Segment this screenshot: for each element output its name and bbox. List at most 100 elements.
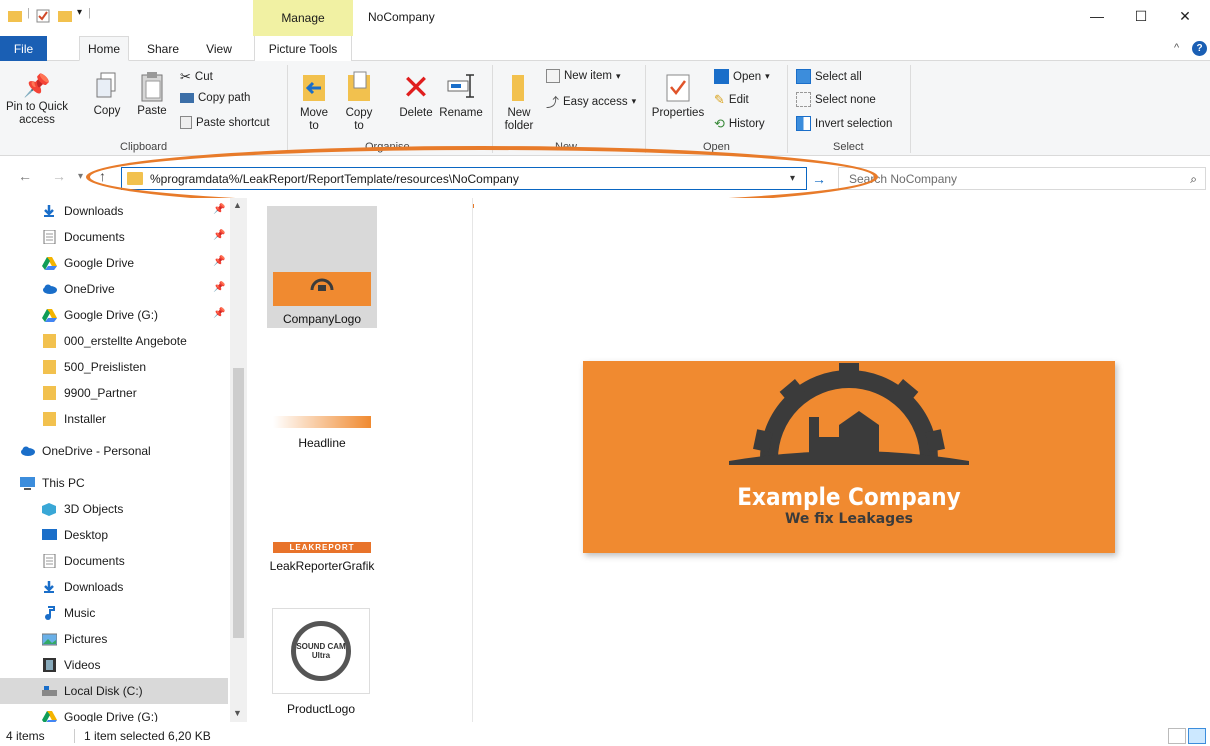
status-bar: 4 items 1 item selected 6,20 KB	[0, 726, 1210, 746]
tab-picture-tools[interactable]: Picture Tools	[254, 36, 352, 61]
copy-path-button[interactable]: Copy path	[180, 92, 250, 104]
open-photos-icon	[714, 69, 729, 84]
sidebar-item-onedrive-personal[interactable]: OneDrive - Personal	[0, 438, 228, 464]
file-label: CompanyLogo	[282, 312, 362, 326]
sidebar-item-pictures[interactable]: Pictures	[0, 626, 228, 652]
scroll-down-icon[interactable]: ▼	[233, 708, 242, 718]
pin-icon[interactable]: 📌	[213, 308, 225, 319]
new-item-button[interactable]: New item ▾	[546, 69, 620, 83]
collapse-ribbon-icon[interactable]: ^	[1174, 42, 1179, 54]
history-button[interactable]: ⟲ History	[714, 116, 765, 132]
go-arrow-button[interactable]: →	[808, 167, 830, 190]
sidebar-item-label: 9900_Partner	[64, 386, 137, 400]
large-icons-view-icon[interactable]	[1188, 728, 1206, 744]
details-view-icon[interactable]	[1168, 728, 1186, 744]
file-item-companylogo[interactable]: CompanyLogo	[267, 206, 377, 328]
address-dropdown-icon[interactable]: ▾	[790, 173, 795, 184]
file-item-headline[interactable]: Headline	[267, 410, 377, 451]
tab-view[interactable]: View	[196, 36, 242, 61]
easy-access-label: Easy access	[563, 95, 628, 108]
select-all-button[interactable]: Select all	[796, 69, 862, 84]
recent-locations-dropdown-icon[interactable]: ▾	[78, 171, 83, 182]
search-icon[interactable]: ⌕	[1190, 172, 1197, 187]
address-path[interactable]: %programdata%/LeakReport/ReportTemplate/…	[150, 172, 519, 186]
file-item-productlogo[interactable]: SOUND CAM Ultra ProductLogo	[272, 608, 370, 717]
sidebar-item-3d-objects[interactable]: 3D Objects	[0, 496, 228, 522]
copy-to-button[interactable]: Copy to	[341, 69, 377, 133]
sidebar-item-downloads[interactable]: Downloads	[0, 574, 228, 600]
paste-button[interactable]: Paste	[134, 71, 170, 118]
new-folder-button[interactable]: New folder	[500, 69, 538, 133]
new-item-icon	[546, 69, 560, 83]
sidebar-item-500-preislisten[interactable]: 500_Preislisten	[0, 354, 228, 380]
minimize-button[interactable]: —	[1074, 0, 1120, 32]
pin-icon[interactable]: 📌	[213, 230, 225, 241]
search-box[interactable]: Search NoCompany ⌕	[838, 167, 1206, 190]
sidebar-item-downloads[interactable]: Downloads 📌	[0, 198, 228, 224]
pin-icon[interactable]: 📌	[213, 204, 225, 215]
search-input[interactable]: Search NoCompany	[849, 172, 957, 186]
manage-contextual-tab[interactable]: Manage	[253, 0, 353, 36]
new-folder-icon[interactable]	[58, 9, 72, 23]
cut-button[interactable]: ✂ Cut	[180, 69, 213, 85]
delete-button[interactable]: ✕ Delete	[394, 69, 438, 120]
file-label: ProductLogo	[286, 702, 356, 716]
close-button[interactable]: ✕	[1162, 0, 1208, 32]
help-icon[interactable]: ?	[1192, 41, 1207, 56]
file-item-leakreportergrafik[interactable]: LEAKREPORT LeakReporterGrafik	[267, 542, 377, 574]
leakreporter-thumbnail: LEAKREPORT	[273, 542, 371, 553]
sidebar-item-9900-partner[interactable]: 9900_Partner	[0, 380, 228, 406]
select-none-button[interactable]: Select none	[796, 92, 876, 107]
open-button[interactable]: Open ▾	[714, 69, 770, 84]
easy-access-button[interactable]: ⤴ Easy access ▾	[546, 92, 636, 111]
rename-button[interactable]: Rename	[438, 69, 484, 120]
open-label: Open	[733, 70, 762, 83]
address-bar[interactable]: %programdata%/LeakReport/ReportTemplate/…	[121, 167, 807, 190]
sidebar-item-google-drive-g[interactable]: Google Drive (G:) 📌	[0, 302, 228, 328]
back-arrow-icon[interactable]: ←	[18, 168, 32, 184]
sidebar-item-documents[interactable]: Documents	[0, 548, 228, 574]
select-group-label: Select	[833, 141, 864, 153]
sidebar-item-this-pc[interactable]: This PC	[0, 470, 228, 496]
ribbon-tabs: File Home Share View Picture Tools ^ ?	[0, 36, 1210, 61]
chevron-down-icon: ▾	[631, 96, 637, 106]
tab-file[interactable]: File	[0, 36, 47, 61]
sidebar-item-google-drive-g[interactable]: Google Drive (G:)	[0, 704, 228, 722]
sidebar-item-000-erstellte-angebote[interactable]: 000_erstellte Angebote	[0, 328, 228, 354]
file-label: Headline	[298, 436, 346, 450]
edit-pencil-icon: ✎	[714, 92, 725, 107]
properties-button[interactable]: Properties	[650, 69, 706, 120]
navigation-scrollbar[interactable]: ▲ ▼	[230, 198, 247, 722]
sidebar-item-google-drive[interactable]: Google Drive 📌	[0, 250, 228, 276]
invert-selection-button[interactable]: Invert selection	[796, 116, 892, 131]
maximize-button[interactable]: ☐	[1118, 0, 1164, 32]
pin-icon[interactable]: 📌	[213, 282, 225, 293]
sidebar-item-onedrive[interactable]: OneDrive 📌	[0, 276, 228, 302]
sidebar-item-music[interactable]: Music	[0, 600, 228, 626]
tab-home[interactable]: Home	[79, 36, 129, 61]
up-arrow-icon[interactable]: ↑	[99, 168, 106, 184]
sidebar-item-local-disk-c[interactable]: Local Disk (C:)	[0, 678, 228, 704]
download-arrow-icon	[42, 580, 57, 594]
sidebar-item-documents[interactable]: Documents 📌	[0, 224, 228, 250]
copy-button[interactable]: Copy	[90, 71, 124, 118]
folder-icon	[42, 412, 57, 426]
scrollbar-thumb[interactable]	[233, 368, 244, 638]
pin-to-quick-access-button[interactable]: 📌 Pin to Quick access	[4, 71, 70, 127]
tab-share[interactable]: Share	[138, 36, 188, 61]
edit-button[interactable]: ✎ Edit	[714, 92, 749, 108]
invert-selection-icon	[796, 116, 811, 131]
sidebar-item-videos[interactable]: Videos	[0, 652, 228, 678]
properties-icon	[650, 69, 706, 107]
properties-checkmark-icon[interactable]	[36, 9, 50, 23]
forward-arrow-icon[interactable]: →	[52, 168, 66, 184]
scroll-up-icon[interactable]: ▲	[233, 200, 242, 210]
new-folder-label: New folder	[504, 107, 534, 132]
sidebar-item-desktop[interactable]: Desktop	[0, 522, 228, 548]
move-to-button[interactable]: Move to	[296, 69, 332, 133]
pin-icon[interactable]: 📌	[213, 256, 225, 267]
navigation-pane: Downloads 📌 Documents 📌 Google Drive 📌 OneDriv…	[0, 198, 247, 722]
paste-shortcut-button[interactable]: Paste shortcut	[180, 116, 270, 129]
copy-to-icon	[341, 69, 377, 107]
sidebar-item-installer[interactable]: Installer	[0, 406, 228, 432]
